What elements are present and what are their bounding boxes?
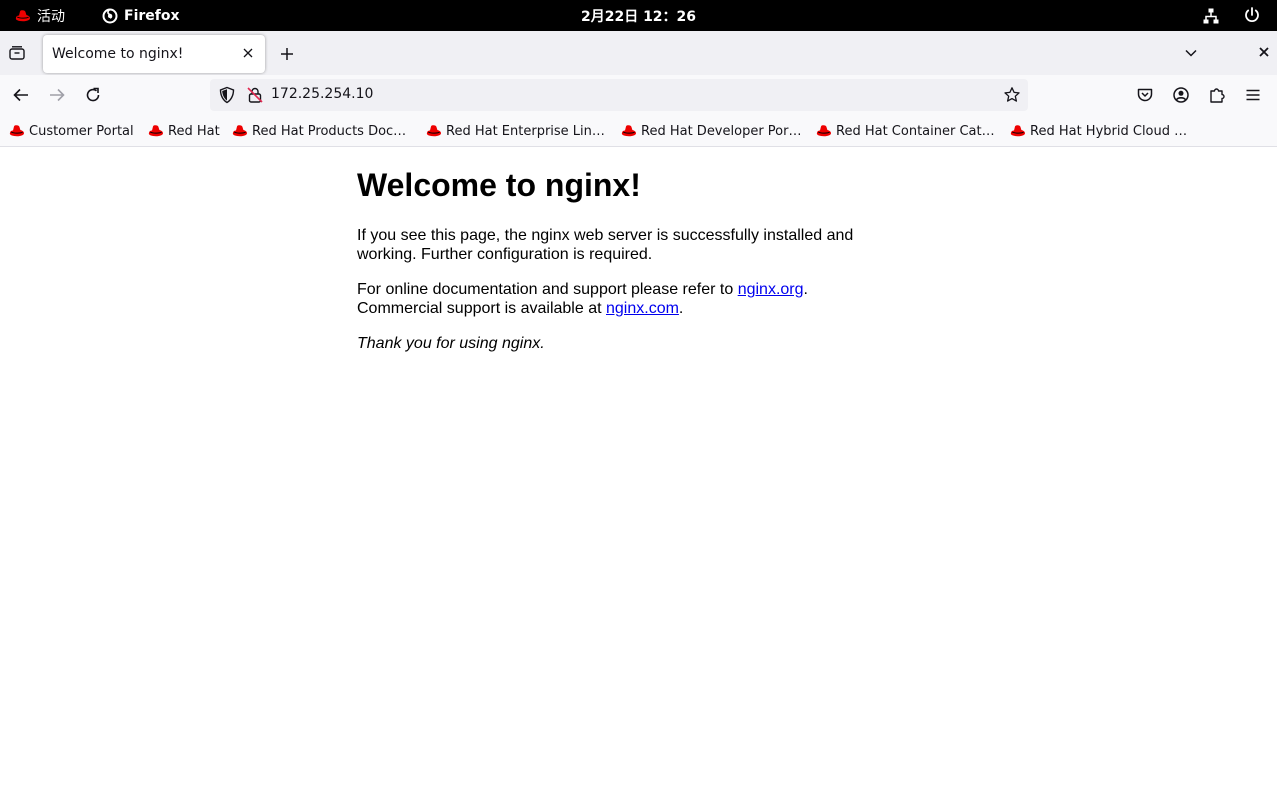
- bookmark-star-icon[interactable]: [1003, 86, 1021, 104]
- redhat-logo-icon: [426, 125, 441, 137]
- punctuation: .: [678, 300, 684, 317]
- system-top-bar: 活动 Firefox 2月22日 12：26: [0, 0, 1277, 31]
- firefox-icon: [102, 8, 118, 24]
- back-arrow-icon[interactable]: [12, 86, 30, 104]
- insecure-lock-icon[interactable]: [246, 86, 264, 104]
- bookmark-label: Red Hat Products Doc…: [252, 123, 407, 139]
- bookmark-label: Red Hat Developer Por…: [641, 123, 802, 139]
- bookmark-label: Red Hat: [168, 123, 220, 139]
- redhat-logo-icon: [232, 125, 247, 137]
- bookmark-customer-portal[interactable]: Customer Portal: [8, 122, 134, 140]
- activities-button[interactable]: 活动: [14, 6, 65, 26]
- forward-arrow-icon[interactable]: [48, 86, 66, 104]
- redhat-logo-icon: [9, 125, 24, 137]
- redhat-logo-icon: [621, 125, 636, 137]
- activities-label: 活动: [37, 9, 65, 25]
- nginx-com-link[interactable]: nginx.com: [606, 300, 679, 317]
- hamburger-menu-icon[interactable]: [1244, 86, 1262, 104]
- app-label: Firefox: [124, 8, 180, 24]
- new-tab-icon[interactable]: [278, 45, 296, 63]
- tab-strip: Welcome to nginx!: [0, 31, 1277, 75]
- bookmark-red-hat-products-docs[interactable]: Red Hat Products Doc…: [231, 122, 406, 140]
- support-text: For online documentation and support ple…: [357, 281, 738, 298]
- bookmark-red-hat-hybrid-cloud[interactable]: Red Hat Hybrid Cloud …: [1009, 122, 1187, 140]
- reload-icon[interactable]: [84, 86, 102, 104]
- bookmark-red-hat-container-catalog[interactable]: Red Hat Container Cat…: [815, 122, 995, 140]
- tab-title: Welcome to nginx!: [52, 46, 184, 62]
- intro-paragraph: If you see this page, the nginx web serv…: [357, 227, 854, 263]
- chevron-down-icon[interactable]: [1183, 45, 1199, 61]
- support-paragraph: For online documentation and support ple…: [357, 280, 877, 318]
- list-all-tabs-icon[interactable]: [8, 44, 26, 62]
- tab-welcome-to-nginx[interactable]: Welcome to nginx!: [43, 35, 265, 73]
- page-content: Welcome to nginx! If you see this page, …: [0, 147, 1277, 797]
- bookmark-label: Customer Portal: [29, 123, 134, 139]
- bookmark-red-hat-enterprise-linux[interactable]: Red Hat Enterprise Lin…: [425, 122, 605, 140]
- address-bar[interactable]: 172.25.254.10: [210, 79, 1028, 111]
- page-heading: Welcome to nginx!: [357, 167, 641, 203]
- bookmarks-toolbar: Customer Portal Red Hat Red Hat Products…: [0, 115, 1277, 147]
- network-icon[interactable]: [1202, 7, 1220, 25]
- power-icon[interactable]: [1243, 6, 1261, 24]
- app-menu[interactable]: Firefox: [102, 6, 180, 26]
- redhat-logo-icon: [15, 10, 30, 22]
- bookmark-label: Red Hat Enterprise Lin…: [446, 123, 605, 139]
- close-tab-icon[interactable]: [241, 46, 255, 60]
- redhat-logo-icon: [1010, 125, 1025, 137]
- bookmark-label: Red Hat Hybrid Cloud …: [1030, 123, 1188, 139]
- bookmark-label: Red Hat Container Cat…: [836, 123, 995, 139]
- pocket-icon[interactable]: [1136, 86, 1154, 104]
- bookmark-red-hat[interactable]: Red Hat: [147, 122, 220, 140]
- tracking-protection-shield-icon[interactable]: [218, 86, 236, 104]
- extensions-puzzle-icon[interactable]: [1208, 86, 1226, 104]
- redhat-logo-icon: [816, 125, 831, 137]
- thank-you-text: Thank you for using nginx.: [357, 335, 545, 352]
- navigation-toolbar: 172.25.254.10: [0, 75, 1277, 115]
- bookmark-red-hat-developer-portal[interactable]: Red Hat Developer Por…: [620, 122, 801, 140]
- redhat-logo-icon: [148, 125, 163, 137]
- account-icon[interactable]: [1172, 86, 1190, 104]
- url-text[interactable]: 172.25.254.10: [271, 86, 373, 102]
- nginx-org-link[interactable]: nginx.org: [738, 281, 804, 298]
- commercial-support-text: Commercial support is available at: [357, 300, 606, 317]
- close-window-icon[interactable]: [1257, 45, 1271, 59]
- punctuation: .: [803, 281, 808, 298]
- clock[interactable]: 2月22日 12：26: [581, 9, 696, 25]
